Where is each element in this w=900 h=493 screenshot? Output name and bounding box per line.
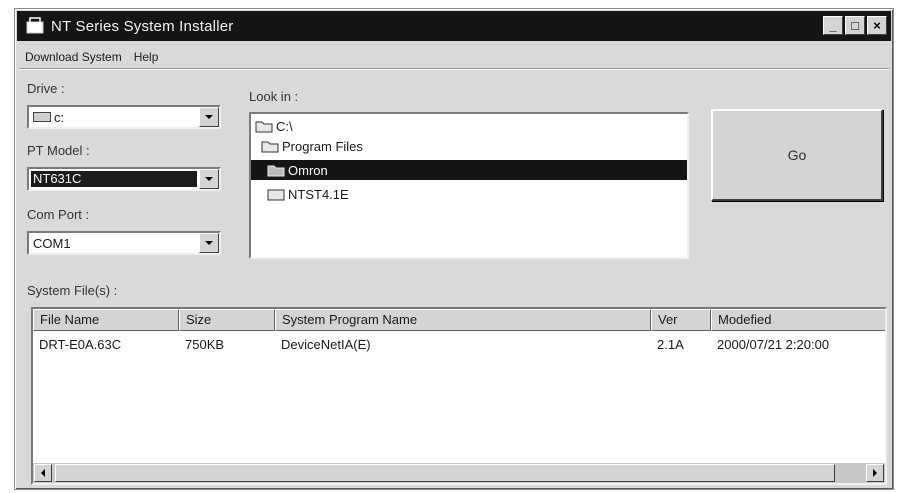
folder-item-omron[interactable]: Omron <box>251 160 687 180</box>
maximize-button[interactable]: □ <box>845 16 865 35</box>
com-port-select[interactable]: COM1 <box>27 231 221 255</box>
menu-bar: Download System Help <box>19 45 889 69</box>
minimize-button[interactable]: _ <box>823 16 843 35</box>
com-port-label: Com Port : <box>27 207 90 222</box>
title-bar[interactable]: NT Series System Installer _ □ × <box>17 11 891 41</box>
cell-size: 750KB <box>185 337 225 352</box>
cell-modified: 2000/07/21 2:20:00 <box>717 337 830 352</box>
close-button[interactable]: × <box>867 16 887 35</box>
scroll-left-icon[interactable] <box>34 464 52 482</box>
drive-select[interactable]: c: <box>27 105 221 129</box>
menu-help[interactable]: Help <box>128 50 165 64</box>
look-in-label: Look in : <box>249 89 299 104</box>
installer-window: NT Series System Installer _ □ × Downloa… <box>14 8 894 490</box>
column-header-size[interactable]: Size <box>179 309 275 331</box>
scrollbar-thumb[interactable] <box>55 464 835 482</box>
horizontal-scrollbar[interactable] <box>33 463 885 483</box>
com-port-value: COM1 <box>33 235 71 251</box>
folder-list[interactable]: C:\ Program Files Omron NTST4.1E <box>249 112 689 259</box>
column-header-file-name[interactable]: File Name <box>33 309 179 331</box>
cell-file-name: DRT-E0A.63C <box>39 337 122 352</box>
com-port-dropdown-arrow-icon[interactable] <box>199 233 219 253</box>
menu-download-system[interactable]: Download System <box>19 50 128 64</box>
scroll-right-icon[interactable] <box>866 464 884 482</box>
folder-item-program-files[interactable]: Program Files <box>261 136 363 156</box>
pt-model-label: PT Model : <box>27 143 90 158</box>
folder-icon <box>267 189 285 200</box>
cell-system-program-name: DeviceNetIA(E) <box>281 337 371 352</box>
app-icon <box>26 17 44 34</box>
system-files-label: System File(s) : <box>27 283 118 298</box>
column-header-modified[interactable]: Modefied <box>711 309 885 331</box>
pt-model-value: NT631C <box>31 171 197 187</box>
drive-icon <box>33 112 51 122</box>
folder-item-ntst41e[interactable]: NTST4.1E <box>267 184 349 204</box>
pt-model-select[interactable]: NT631C <box>27 167 221 191</box>
system-files-list[interactable]: File Name Size System Program Name Ver M… <box>31 307 887 485</box>
window-title: NT Series System Installer <box>51 17 234 35</box>
open-folder-icon <box>261 141 279 152</box>
cell-ver: 2.1A <box>657 337 684 352</box>
go-button[interactable]: Go <box>711 109 883 201</box>
folder-item-c-drive[interactable]: C:\ <box>255 116 293 136</box>
pt-model-dropdown-arrow-icon[interactable] <box>199 169 219 189</box>
drive-value: c: <box>54 109 65 125</box>
open-folder-icon <box>255 121 273 132</box>
open-folder-icon <box>267 165 285 176</box>
drive-dropdown-arrow-icon[interactable] <box>199 107 219 127</box>
column-header-ver[interactable]: Ver <box>651 309 711 331</box>
drive-label: Drive : <box>27 81 65 96</box>
column-header-system-program-name[interactable]: System Program Name <box>275 309 651 331</box>
